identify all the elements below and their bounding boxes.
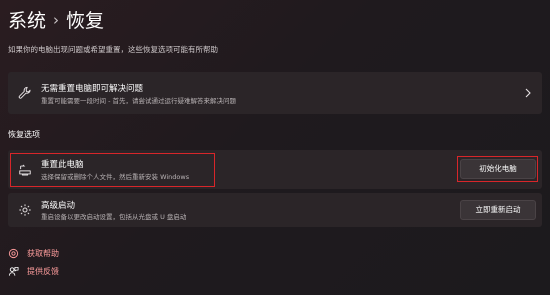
reset-pc-description: 选择保留或删除个人文件，然后重新安装 Windows xyxy=(41,173,190,181)
wrench-icon xyxy=(18,86,31,99)
page-title: 系统 › 恢复 xyxy=(8,8,104,34)
get-help-link[interactable]: 获取帮助 xyxy=(8,248,59,259)
reset-pc-icon xyxy=(19,164,31,175)
feedback-label: 提供反馈 xyxy=(27,267,59,276)
troubleshoot-title: 无需重置电脑即可解决问题 xyxy=(41,84,144,94)
breadcrumb-separator: › xyxy=(53,11,60,29)
chevron-right-icon xyxy=(525,88,531,98)
recovery-options-heading: 恢复选项 xyxy=(8,130,40,139)
reset-pc-title: 重置此电脑 xyxy=(41,160,84,170)
advanced-startup-card: 高级启动 重启设备以更改启动设置，包括从光盘或 U 盘启动 立即重新启动 xyxy=(8,193,542,227)
breadcrumb-root[interactable]: 系统 xyxy=(8,8,46,34)
reset-pc-button[interactable]: 初始化电脑 xyxy=(460,159,536,179)
reset-pc-card: 重置此电脑 选择保留或删除个人文件，然后重新安装 Windows 初始化电脑 xyxy=(8,150,542,189)
get-help-label: 获取帮助 xyxy=(27,249,59,258)
breadcrumb-current: 恢复 xyxy=(66,10,105,32)
help-icon xyxy=(8,248,19,259)
restart-now-button[interactable]: 立即重新启动 xyxy=(460,200,536,220)
troubleshoot-description: 重置可能需要一段时间 - 首先，请尝试通过运行疑难解答来解决问题 xyxy=(41,97,236,105)
advanced-startup-icon xyxy=(19,204,31,216)
page-subtitle: 如果你的电脑出现问题或希望重置，这些恢复选项可能有所帮助 xyxy=(8,45,218,54)
feedback-link[interactable]: 提供反馈 xyxy=(8,266,59,277)
advanced-startup-title: 高级启动 xyxy=(41,201,76,211)
feedback-icon xyxy=(8,266,19,276)
troubleshoot-card[interactable]: 无需重置电脑即可解决问题 重置可能需要一段时间 - 首先，请尝试通过运行疑难解答… xyxy=(8,72,542,114)
advanced-startup-description: 重启设备以更改启动设置，包括从光盘或 U 盘启动 xyxy=(41,213,187,221)
